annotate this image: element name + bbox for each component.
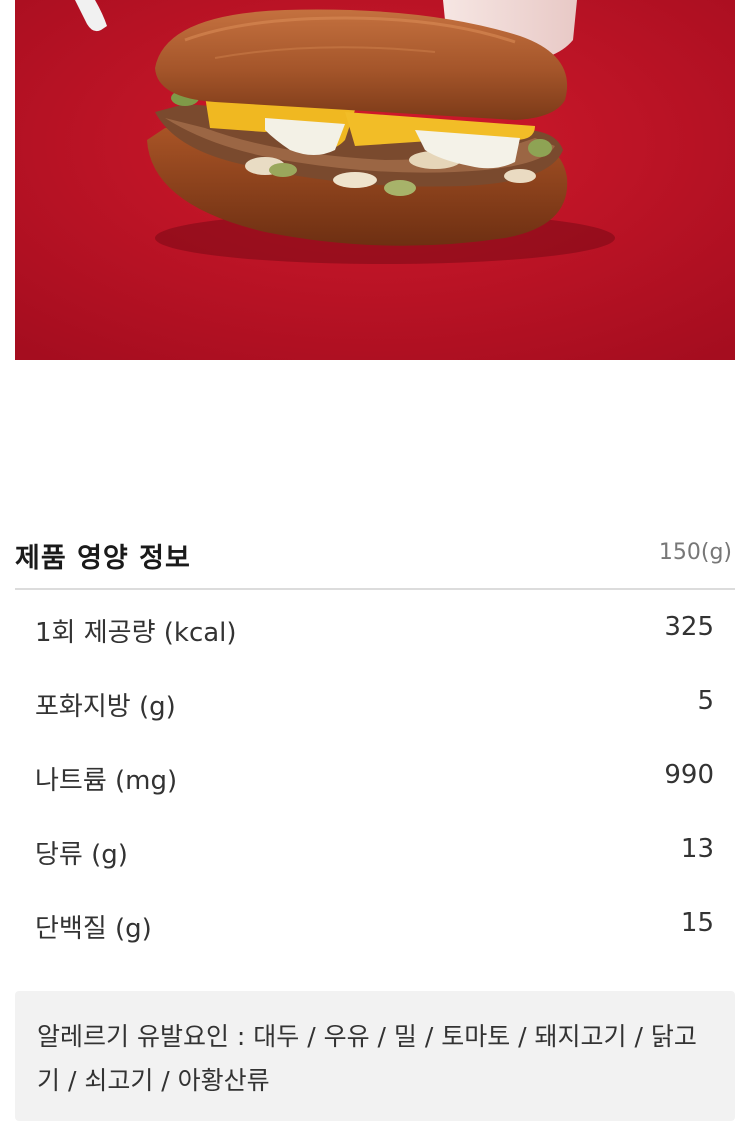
nutrition-label: 당류 (g) [35,840,128,870]
nutrition-row-calories: 1회 제공량 (kcal) 325 [15,592,735,666]
nutrition-label: 단백질 (g) [35,914,152,944]
nutrition-row-sugar: 당류 (g) 13 [15,814,735,888]
nutrition-title: 제품 영양 정보 [15,543,191,574]
nutrition-header: 제품 영양 정보 150(g) [15,520,735,590]
nutrition-value: 15 [680,908,714,938]
allergy-text: 알레르기 유발요인 : 대두 / 우유 / 밀 / 토마토 / 돼지고기 / 닭… [37,1022,697,1095]
nutrition-row-protein: 단백질 (g) 15 [15,888,735,962]
product-image [15,0,735,360]
allergy-info-box: 알레르기 유발요인 : 대두 / 우유 / 밀 / 토마토 / 돼지고기 / 닭… [15,991,735,1121]
nutrition-value: 325 [664,612,714,642]
nutrition-value: 5 [697,686,714,716]
nutrition-label: 1회 제공량 (kcal) [35,618,237,648]
nutrition-label: 나트륨 (mg) [35,766,178,796]
nutrition-row-sodium: 나트륨 (mg) 990 [15,740,735,814]
nutrition-row-saturated-fat: 포화지방 (g) 5 [15,666,735,740]
nutrition-value: 13 [680,834,714,864]
nutrition-value: 990 [664,760,714,790]
nutrition-label: 포화지방 (g) [35,692,176,722]
serving-size: 150(g) [658,540,732,565]
nutrition-list: 1회 제공량 (kcal) 325 포화지방 (g) 5 나트륨 (mg) 99… [15,592,735,962]
